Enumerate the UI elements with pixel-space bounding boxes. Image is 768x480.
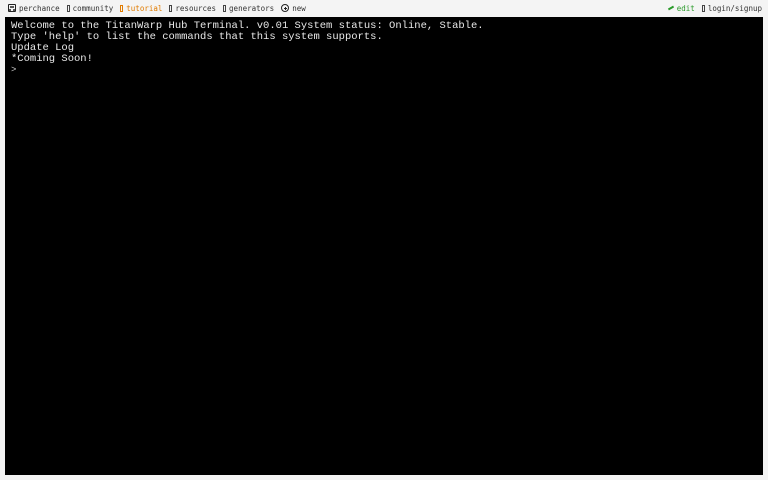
terminal-prompt[interactable]: >: [11, 65, 757, 76]
user-icon: [701, 4, 705, 12]
book-icon: [120, 4, 124, 12]
pencil-icon: [667, 5, 674, 11]
nav-item-label: community: [72, 3, 114, 13]
nav-item-new[interactable]: new: [281, 4, 306, 13]
brand-label: perchance: [19, 3, 60, 13]
login-signup-link[interactable]: login/signup: [701, 3, 762, 13]
nav-item-community[interactable]: community: [66, 3, 114, 13]
login-label: login/signup: [707, 3, 762, 13]
terminal-window[interactable]: Welcome to the TitanWarp Hub Terminal. v…: [5, 17, 763, 475]
nav-item-label: resources: [175, 3, 217, 13]
nav-item-label: tutorial: [126, 3, 163, 13]
nav-right: edit login/signup: [667, 3, 762, 13]
edit-label: edit: [676, 3, 695, 13]
terminal-line: *Coming Soon!: [11, 53, 93, 65]
nav-item-label: generators: [229, 3, 275, 13]
plus-icon: [281, 4, 290, 12]
book-icon: [169, 4, 173, 12]
brand-link[interactable]: perchance: [8, 4, 60, 13]
book-icon: [66, 4, 70, 12]
terminal-line: Type 'help' to list the commands that th…: [11, 31, 383, 43]
nav-item-label: new: [292, 3, 306, 13]
nav-item-resources[interactable]: resources: [169, 4, 216, 13]
terminal-line: Update Log: [11, 42, 75, 54]
nav-left: perchance community tutorial resources g…: [8, 4, 306, 13]
top-nav-bar: perchance community tutorial resources g…: [0, 0, 768, 16]
dice-icon: [8, 4, 16, 12]
nav-item-generators[interactable]: generators: [223, 4, 274, 13]
book-icon: [223, 4, 227, 12]
edit-button[interactable]: edit: [667, 3, 695, 13]
nav-item-tutorial[interactable]: tutorial: [120, 4, 162, 13]
